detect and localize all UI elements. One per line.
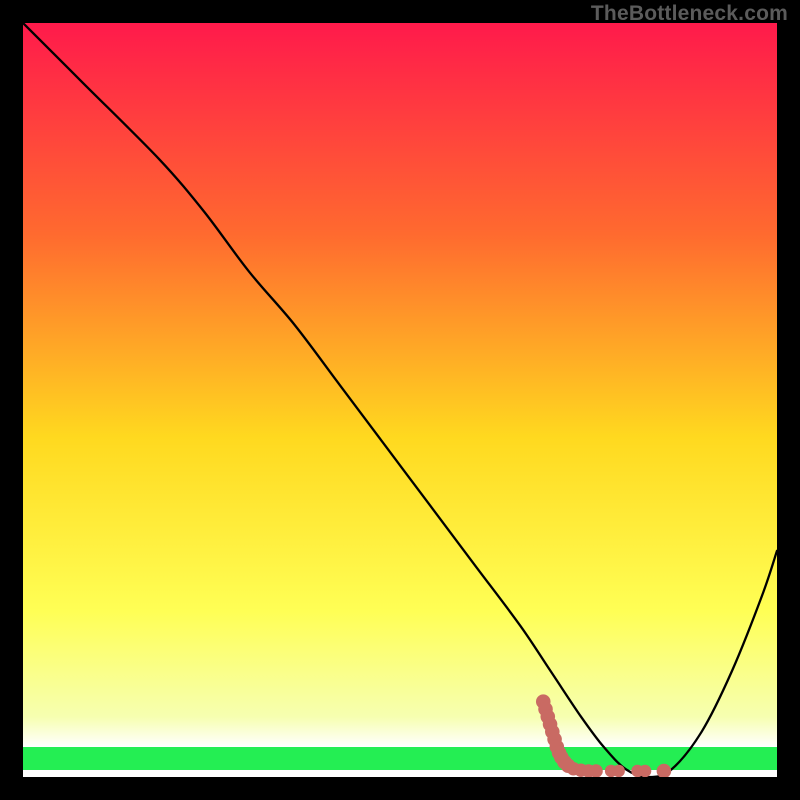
chart-svg: [23, 23, 777, 777]
watermark-text: TheBottleneck.com: [591, 2, 788, 26]
marker-dot: [639, 765, 651, 777]
marker-dot: [612, 765, 624, 777]
chart-frame: TheBottleneck.com: [0, 0, 800, 800]
chart-plot-area: [23, 23, 777, 777]
